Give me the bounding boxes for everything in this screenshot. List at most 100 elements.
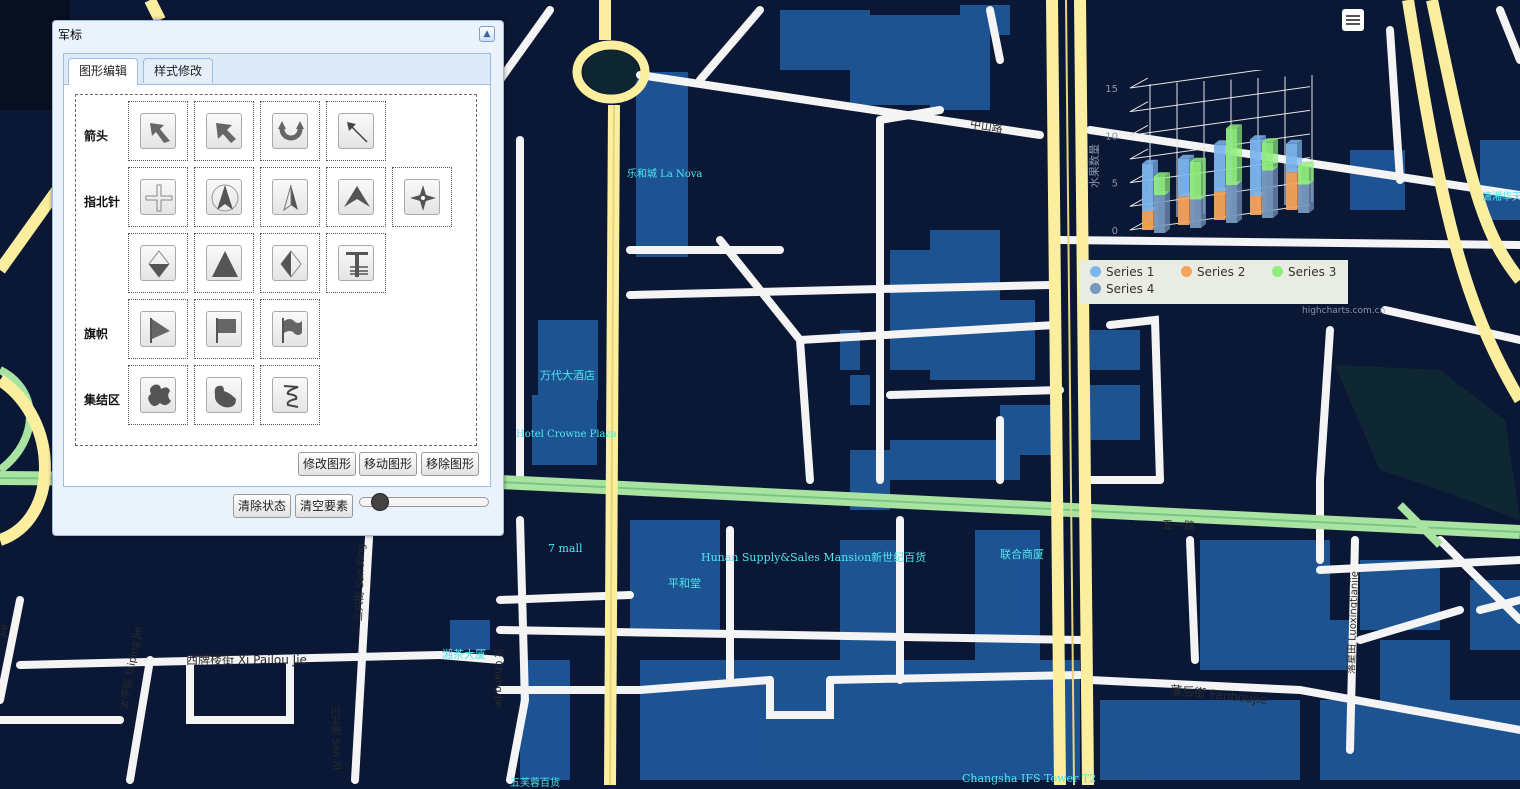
symbol-area-2[interactable] [194,365,254,425]
symbol-area-3[interactable] [260,365,320,425]
military-symbol-panel: 军标 ▲ 图形编辑 样式修改 箭头 指北针 旗帜 集结区 修改图形 移动图形 移… [52,20,504,536]
legend-series-1[interactable]: Series 1 [1090,265,1154,279]
label-chang: 长 Chang Jie [492,647,504,708]
triangle-north-icon [212,251,238,277]
legend-dot-series-3 [1272,266,1283,277]
y-tick-label: 0 [1112,226,1118,237]
symbol-compass-9[interactable] [326,233,386,293]
north-arrow-circle-icon [211,184,239,212]
label-sanxing2: 三兴街 San Xi [328,704,343,771]
diamond-north-icon [148,250,170,278]
label-xiangcha: 湘茶大厦 [442,648,486,661]
chart-bars [1142,124,1314,233]
bar-series-4 [1226,185,1237,223]
chart-y-ticks: 0 5 10 15 [1105,84,1118,237]
label-ifs: Changsha IFS Tower T2 [962,772,1097,785]
symbol-flag-3[interactable] [260,299,320,359]
squiggle-area-icon [283,385,299,408]
chart-menu-icon[interactable] [1342,9,1364,31]
bar-series-1 [1178,158,1189,197]
symbol-grid: 箭头 指北针 旗帜 集结区 [75,94,477,446]
bar-series-3 [1154,176,1165,196]
bar-series-1 [1250,139,1261,197]
four-point-star-icon [410,185,436,211]
bar-side [1309,161,1314,185]
bar-series-1 [1214,144,1225,192]
panel-title: 军标 [58,28,83,42]
label-huaxin: 潇湘华天 [1482,192,1520,203]
menu-line [1346,15,1360,17]
row-label-arrows: 箭头 [84,129,109,143]
clear-state-button[interactable]: 清除状态 [233,494,292,518]
bar-series-2 [1286,172,1297,210]
symbol-arrow-1[interactable] [128,101,188,161]
grid-line [1129,86,1311,113]
tab-style-edit[interactable]: 样式修改 [143,58,214,83]
symbol-area-1[interactable] [128,365,188,425]
tab-shape-edit[interactable]: 图形编辑 [68,58,139,85]
square-flag-icon [216,318,236,343]
legend-series-3[interactable]: Series 3 [1272,265,1336,279]
label-bottom: 五芙蓉百货 [510,778,560,789]
y-tick-label: 15 [1105,84,1118,95]
legend-series-2-label: Series 2 [1197,265,1246,279]
opacity-slider[interactable] [359,493,489,511]
legend-series-4[interactable]: Series 4 [1090,282,1154,296]
symbol-compass-8[interactable] [260,233,320,293]
bar-series-3 [1262,142,1273,171]
bar-series-2 [1142,211,1153,230]
panel-body: 图形编辑 样式修改 箭头 指北针 旗帜 集结区 修改图形 移动图形 移除图形 [63,53,491,487]
label-wandai: 万代大酒店 [540,369,595,382]
slider-knob[interactable] [371,493,389,511]
row-label-assembly: 集结区 [84,393,121,407]
triangle-flag-icon [150,318,170,343]
bar-side [1237,181,1242,223]
north-arrow-chevron-icon [344,186,370,207]
y-tick-label: 5 [1112,179,1118,190]
north-arrow-half-icon [283,184,298,212]
symbol-flag-1[interactable] [128,299,188,359]
bar-series-3 [1190,161,1201,200]
label-7mall: 7 mall [548,542,583,555]
legend-series-3-label: Series 3 [1288,265,1337,279]
y-tick-label: 10 [1105,131,1118,142]
bar-series-1 [1142,163,1153,212]
bar-series-2 [1250,196,1261,215]
symbol-arrow-3[interactable] [260,101,320,161]
symbol-compass-5[interactable] [392,167,452,227]
split-diamond-icon [280,250,302,278]
row-label-compass: 指北针 [84,195,121,209]
symbol-compass-4[interactable] [326,167,386,227]
symbol-compass-3[interactable] [260,167,320,227]
collapse-icon[interactable]: ▲ [479,26,495,42]
clear-elements-button[interactable]: 清空要素 [295,494,354,518]
bar-series-3 [1226,128,1237,186]
bean-area-icon [214,385,236,408]
bar-series-3 [1298,165,1309,185]
grid-line [1129,109,1311,136]
bar-side [1165,191,1170,233]
legend-series-2[interactable]: Series 2 [1181,265,1245,279]
t-bar-north-icon [346,252,368,277]
modify-shape-button[interactable]: 修改图形 [298,452,357,476]
label-hunan: Hunan Supply&Sales Mansion新世纪百货 [701,551,927,564]
chart-credit[interactable]: highcharts.com.cn [1302,306,1385,316]
symbol-compass-6[interactable] [128,233,188,293]
move-shape-button[interactable]: 移动图形 [359,452,418,476]
label-lenova: 乐和城 La Nova [627,169,703,180]
bar-side [1201,157,1206,200]
label-pinghe: 平和堂 [668,577,701,590]
symbol-flag-2[interactable] [194,299,254,359]
legend-series-1-label: Series 1 [1106,265,1155,279]
label-sanxing: 三兴街 San Xing [353,543,368,622]
symbol-compass-7[interactable] [194,233,254,293]
symbol-arrow-4[interactable] [326,101,386,161]
symbol-compass-1[interactable] [128,167,188,227]
bar-series-1 [1286,143,1297,173]
bar-side [1309,180,1314,213]
remove-shape-button[interactable]: 移除图形 [421,452,480,476]
symbol-compass-2[interactable] [194,167,254,227]
arrow-up-left-icon [216,123,236,143]
chart-y-label: 水果数量 [1088,144,1101,188]
symbol-arrow-2[interactable] [194,101,254,161]
